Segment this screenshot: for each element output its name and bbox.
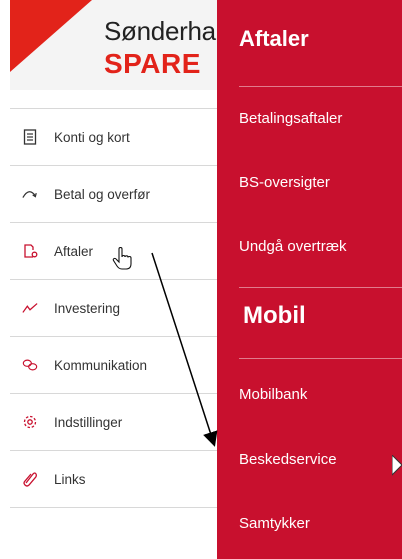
menu-item-konti-og-kort[interactable]: Konti og kort	[10, 109, 217, 166]
logo-triangle-icon	[10, 0, 92, 72]
section-title-mobil: Mobil	[243, 302, 306, 329]
divider	[239, 86, 402, 87]
menu-item-label: Betal og overfør	[54, 186, 151, 202]
chat-bubbles-icon	[22, 357, 38, 373]
menu-item-label: Investering	[54, 300, 121, 316]
logo-text-line2: SPARE	[104, 48, 201, 79]
investment-chart-icon	[22, 300, 38, 316]
aftaler-dropdown-menu: Aftaler Betalingsaftaler BS-oversigter U…	[217, 0, 402, 559]
paperclip-icon	[22, 471, 38, 487]
bank-logo[interactable]: Sønderha SPARE	[10, 0, 217, 90]
divider	[239, 358, 402, 359]
hand-pointer-cursor-icon	[112, 247, 132, 270]
link-mobilbank[interactable]: Mobilbank	[239, 386, 307, 403]
link-betalingsaftaler[interactable]: Betalingsaftaler	[239, 110, 342, 127]
divider	[239, 287, 402, 288]
link-beskedservice[interactable]: Beskedservice	[239, 451, 337, 468]
menu-item-label: Aftaler	[54, 243, 94, 259]
dropdown-header: Aftaler	[239, 26, 309, 51]
arrow-cursor-icon	[392, 455, 402, 476]
account-card-icon	[22, 129, 38, 145]
menu-item-label: Kommunikation	[54, 357, 148, 373]
left-navigation-panel: Sønderha SPARE Konti og kort Betal og ov…	[0, 0, 217, 559]
menu-item-label: Konti og kort	[54, 129, 130, 145]
link-samtykker[interactable]: Samtykker	[239, 515, 310, 532]
agreement-document-icon	[22, 243, 38, 259]
menu-item-kommunikation[interactable]: Kommunikation	[10, 337, 217, 394]
link-bs-oversigter[interactable]: BS-oversigter	[239, 174, 330, 191]
main-menu: Konti og kort Betal og overfør Aftaler I…	[10, 108, 217, 508]
link-undgaa-overtraek[interactable]: Undgå overtræk	[239, 238, 347, 255]
gear-icon	[22, 414, 38, 430]
menu-item-links[interactable]: Links	[10, 451, 217, 508]
transfer-arrow-icon	[22, 186, 38, 202]
logo-text-line1: Sønderha	[104, 16, 216, 46]
menu-item-indstillinger[interactable]: Indstillinger	[10, 394, 217, 451]
menu-item-label: Links	[54, 471, 86, 487]
menu-item-betal-og-overfoer[interactable]: Betal og overfør	[10, 166, 217, 223]
menu-item-investering[interactable]: Investering	[10, 280, 217, 337]
menu-item-label: Indstillinger	[54, 414, 123, 430]
